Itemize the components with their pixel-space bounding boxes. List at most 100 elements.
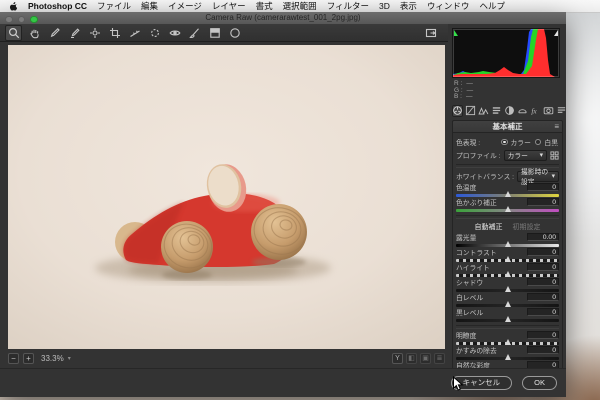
slider-thumb[interactable] <box>505 241 511 247</box>
view-toggle-group: Y ◧ ▣ ≣ <box>392 353 445 364</box>
slider-track[interactable] <box>456 194 559 197</box>
cycle-before-after-button[interactable]: Y <box>392 353 403 364</box>
menu-item-edit[interactable]: 編集 <box>141 0 158 12</box>
menu-item-type[interactable]: 書式 <box>256 0 273 12</box>
slider-track[interactable] <box>456 244 559 247</box>
slider-thumb[interactable] <box>505 286 511 292</box>
dialog-bottom-bar: キャンセル OK <box>0 368 566 397</box>
panel-menu-icon[interactable]: ≡ <box>554 121 559 132</box>
zoom-level-dropdown-icon[interactable]: ▾ <box>68 355 71 362</box>
split-view-button[interactable]: ◧ <box>406 353 417 364</box>
radial-filter-tool-icon[interactable] <box>227 26 242 40</box>
spot-removal-tool-icon[interactable] <box>147 26 162 40</box>
image-preview[interactable] <box>8 45 445 349</box>
tab-effects-icon[interactable]: fx <box>530 105 541 117</box>
slider-track[interactable] <box>456 304 559 307</box>
slider-row-clarity: 明瞭度0 <box>456 331 559 346</box>
slider-thumb[interactable] <box>505 271 511 277</box>
slider-value-field[interactable]: 0 <box>527 308 559 317</box>
white-balance-select[interactable]: 撮影時の設定 ▾ <box>517 171 559 182</box>
adjustment-brush-tool-icon[interactable] <box>187 26 202 40</box>
slider-value-field[interactable]: 0 <box>527 331 559 340</box>
menu-item-window[interactable]: ウィンドウ <box>427 0 470 12</box>
color-radio-label[interactable]: カラー <box>511 137 531 147</box>
tab-split-toning-icon[interactable] <box>504 105 515 117</box>
red-eye-tool-icon[interactable] <box>167 26 182 40</box>
slider-value-field[interactable]: 0 <box>527 248 559 257</box>
slider-value-field[interactable]: 0 <box>527 183 559 192</box>
slider-row-whites: 白レベル0 <box>456 293 559 308</box>
slider-track[interactable] <box>456 357 559 360</box>
slider-track[interactable] <box>456 342 559 345</box>
panel-tabs: fx <box>452 104 563 118</box>
tab-detail-icon[interactable] <box>478 105 489 117</box>
treatment-label: 色表現 : <box>456 137 480 147</box>
tab-hsl-grayscale-icon[interactable] <box>491 105 502 117</box>
tab-presets-icon[interactable] <box>556 105 566 117</box>
menu-item-photoshop[interactable]: Photoshop CC <box>28 1 87 11</box>
menu-item-image[interactable]: イメージ <box>168 0 202 12</box>
slider-thumb[interactable] <box>505 316 511 322</box>
tab-tone-curve-icon[interactable] <box>465 105 476 117</box>
color-radio[interactable] <box>501 139 508 146</box>
color-sampler-tool-icon[interactable] <box>67 26 82 40</box>
slider-value-field[interactable]: 0 <box>527 278 559 287</box>
crop-tool-icon[interactable] <box>107 26 122 40</box>
apple-logo-icon[interactable] <box>9 1 18 11</box>
targeted-adjustment-tool-icon[interactable] <box>87 26 102 40</box>
tab-basic-icon[interactable] <box>452 105 463 117</box>
slider-thumb[interactable] <box>505 206 511 212</box>
highlight-clipping-indicator[interactable] <box>554 30 558 36</box>
tab-lens-corrections-icon[interactable] <box>517 105 528 117</box>
slider-track[interactable] <box>456 289 559 292</box>
white-balance-tool-icon[interactable] <box>47 26 62 40</box>
menu-item-view[interactable]: 表示 <box>400 0 417 12</box>
slider-track[interactable] <box>456 319 559 322</box>
slider-thumb[interactable] <box>505 354 511 360</box>
menu-item-file[interactable]: ファイル <box>97 0 131 12</box>
slider-row-contrast: コントラスト0 <box>456 248 559 263</box>
slider-thumb[interactable] <box>505 339 511 345</box>
view-settings-button[interactable]: ≣ <box>434 353 445 364</box>
shadow-clipping-indicator[interactable] <box>454 30 458 36</box>
profile-browser-icon[interactable] <box>550 151 559 160</box>
slider-track[interactable] <box>456 274 559 277</box>
menu-item-help[interactable]: ヘルプ <box>479 0 505 12</box>
zoom-in-button[interactable]: + <box>23 353 34 364</box>
hand-tool-icon[interactable] <box>27 26 42 40</box>
tab-camera-calibration-icon[interactable] <box>543 105 554 117</box>
slider-value-field[interactable]: 0 <box>527 346 559 355</box>
slider-thumb[interactable] <box>505 256 511 262</box>
profile-value: カラー <box>508 150 528 160</box>
single-view-button[interactable]: ▣ <box>420 353 431 364</box>
graduated-filter-tool-icon[interactable] <box>207 26 222 40</box>
slider-value-field[interactable]: 0 <box>527 293 559 302</box>
toggle-fullscreen-icon[interactable] <box>423 26 438 40</box>
slider-track[interactable] <box>456 259 559 262</box>
window-title: Camera Raw (camerarawtest_001_2pg.jpg) <box>0 13 566 22</box>
zoom-tool-icon[interactable] <box>5 25 22 41</box>
bw-radio[interactable] <box>535 139 542 146</box>
auto-correct-link[interactable]: 自動補正 <box>475 222 503 232</box>
slider-thumb[interactable] <box>505 191 511 197</box>
slider-track[interactable] <box>456 209 559 212</box>
menu-item-filter[interactable]: フィルター <box>327 0 369 12</box>
menu-item-layer[interactable]: レイヤー <box>212 0 246 12</box>
adjustments-panel: R :— G :— B :— fx 基本補正 ≡ 色表現 : カラー <box>448 24 566 368</box>
menu-item-select[interactable]: 選択範囲 <box>283 0 317 12</box>
bw-radio-label[interactable]: 白黒 <box>544 137 558 147</box>
menu-item-3d[interactable]: 3D <box>379 1 390 11</box>
straighten-tool-icon[interactable] <box>127 26 142 40</box>
zoom-level-select[interactable]: 33.3% <box>41 354 64 363</box>
zoom-out-button[interactable]: − <box>8 353 19 364</box>
ok-button[interactable]: OK <box>522 376 557 390</box>
slider-value-field[interactable]: 0.00 <box>527 233 559 242</box>
default-link[interactable]: 初期設定 <box>513 222 541 232</box>
slider-value-field[interactable]: 0 <box>527 361 559 368</box>
cancel-button[interactable]: キャンセル <box>451 376 513 390</box>
slider-label: 色温度 <box>456 182 476 192</box>
slider-value-field[interactable]: 0 <box>527 263 559 272</box>
slider-value-field[interactable]: 0 <box>527 198 559 207</box>
slider-thumb[interactable] <box>505 301 511 307</box>
profile-select[interactable]: カラー ▾ <box>504 150 547 161</box>
